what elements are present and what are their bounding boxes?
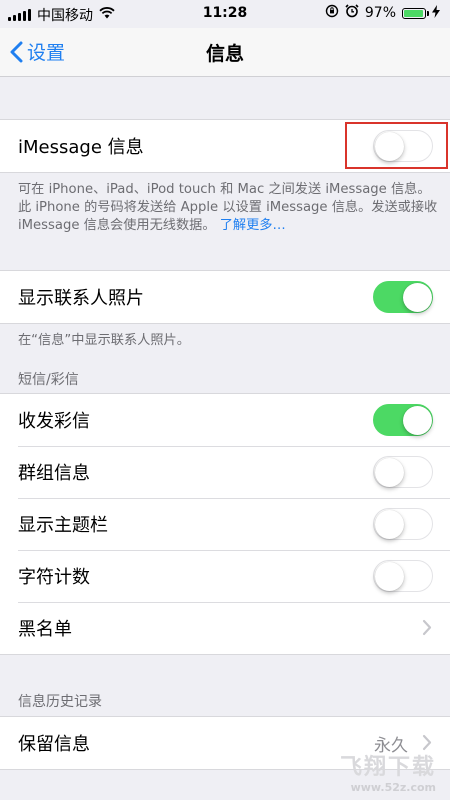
toggle-knob xyxy=(374,561,404,591)
status-right: 97% xyxy=(325,4,440,22)
blocked-label: 黑名单 xyxy=(18,619,72,640)
subject-field-toggle[interactable] xyxy=(373,508,433,540)
learn-more-link[interactable]: 了解更多… xyxy=(220,218,286,233)
page-title: 信息 xyxy=(205,43,244,65)
watermark-title: 飞翔下载 xyxy=(339,755,436,780)
mms-label: 收发彩信 xyxy=(18,411,90,432)
group-messaging-row: 群组信息 xyxy=(0,446,450,498)
sms-group: 收发彩信 群组信息 显示主题栏 字符计数 黑名单 xyxy=(0,393,450,655)
battery-percent: 97% xyxy=(364,5,396,21)
charging-icon xyxy=(432,4,440,22)
imessage-footer: 可在 iPhone、iPad、iPod touch 和 Mac 之间发送 iMe… xyxy=(18,181,438,235)
keep-messages-label: 保留信息 xyxy=(18,734,90,755)
contact-photos-row: 显示联系人照片 xyxy=(0,271,450,323)
mms-toggle[interactable] xyxy=(373,404,433,436)
character-count-label: 字符计数 xyxy=(18,567,90,588)
toggle-knob xyxy=(374,509,404,539)
highlight-box xyxy=(345,122,448,169)
toggle-knob xyxy=(402,405,432,435)
subject-field-row: 显示主题栏 xyxy=(0,498,450,550)
group-messaging-toggle[interactable] xyxy=(373,456,433,488)
subject-field-label: 显示主题栏 xyxy=(18,515,108,536)
imessage-row: iMessage 信息 xyxy=(0,120,450,172)
imessage-label: iMessage 信息 xyxy=(18,137,144,158)
character-count-toggle[interactable] xyxy=(373,560,433,592)
character-count-row: 字符计数 xyxy=(0,550,450,602)
contact-photos-footer: 在“信息”中显示联系人照片。 xyxy=(18,333,190,348)
contact-photos-group: 显示联系人照片 xyxy=(0,270,450,324)
rotation-lock-icon xyxy=(325,4,339,22)
mms-row: 收发彩信 xyxy=(0,394,450,446)
blocked-row[interactable]: 黑名单 xyxy=(0,602,450,654)
watermark: 飞翔下载 www.52z.com xyxy=(340,749,436,794)
battery-level-fill xyxy=(404,9,424,17)
history-section-header: 信息历史记录 xyxy=(18,694,102,710)
status-bar: 中国移动 11:28 97% xyxy=(0,0,450,28)
imessage-group: iMessage 信息 xyxy=(0,119,450,173)
contact-photos-toggle[interactable] xyxy=(373,281,433,313)
toggle-knob xyxy=(402,282,432,312)
alarm-icon xyxy=(345,4,359,22)
battery-icon xyxy=(402,7,429,19)
navigation-bar: 设置 信息 xyxy=(0,28,450,77)
watermark-url: www.52z.com xyxy=(350,781,436,794)
sms-section-header: 短信/彩信 xyxy=(18,372,79,388)
toggle-knob xyxy=(374,457,404,487)
group-messaging-label: 群组信息 xyxy=(18,463,90,484)
chevron-right-icon xyxy=(422,619,432,636)
contact-photos-label: 显示联系人照片 xyxy=(18,288,144,309)
